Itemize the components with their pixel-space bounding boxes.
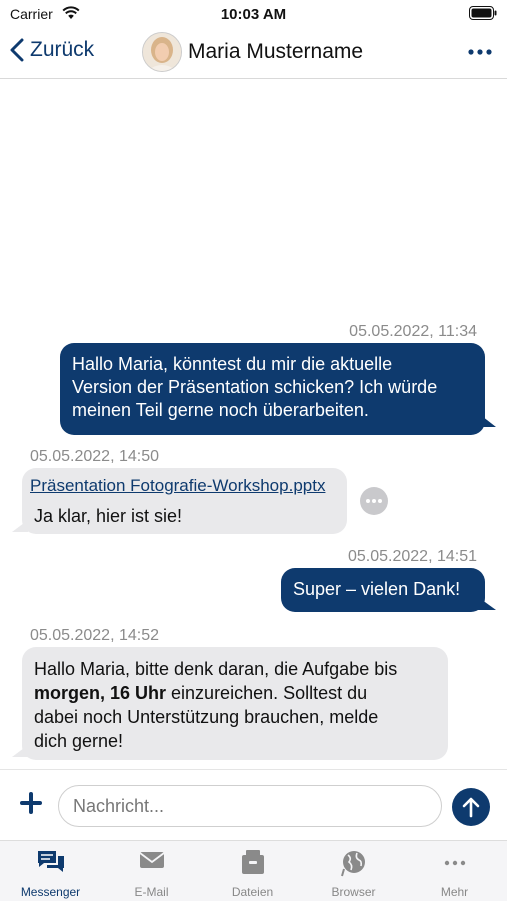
tab-more[interactable]: Mehr [404,841,505,901]
bold-text: morgen, 16 Uhr [34,683,167,703]
add-attachment-button[interactable] [20,792,42,819]
more-options-button[interactable] [467,42,493,62]
message-timestamp: 05.05.2022, 11:34 [349,323,477,340]
tab-label: Messenger [20,885,81,899]
incoming-message[interactable]: Präsentation Fotografie-Workshop.pptx Ja… [22,468,347,534]
bubble-tail [12,520,28,532]
message-line: Version der Präsentation schicken? Ich w… [72,377,438,397]
message-timestamp: 05.05.2022, 14:52 [30,627,160,644]
outgoing-message[interactable]: Hallo Maria, könntest du mir die aktuell… [60,343,485,435]
message-line: morgen, 16 Uhr einzureichen. Solltest du [34,681,436,705]
composer [0,769,507,840]
tab-label: E-Mail [134,885,169,899]
avatar[interactable] [142,32,182,72]
contact-name: Maria Mustername [188,40,364,63]
tab-label: Dateien [231,885,274,899]
plus-icon [20,792,42,814]
message-text: Ja klar, hier ist sie! [34,506,183,526]
message-line: dabei noch Unterstützung brauchen, melde [34,707,379,727]
battery-icon [469,6,497,25]
message-input[interactable] [58,785,442,827]
status-bar: Carrier 10:03 AM [0,0,507,28]
send-button[interactable] [452,788,490,826]
bubble-tail [12,745,28,757]
chevron-left-icon [10,38,24,62]
tab-files[interactable]: Dateien [202,841,303,901]
ellipsis-icon [366,499,382,503]
message-line: dich gerne! [34,731,124,751]
back-label: Zurück [30,38,95,61]
message-list[interactable]: 05.05.2022, 11:34 Hallo Maria, könntest … [0,79,507,769]
tab-bar: Messenger E-Mail Dateien Browser Mehr [0,840,507,901]
message-options-button[interactable] [360,487,388,515]
tab-label: Browser [331,885,376,899]
tab-messenger[interactable]: Messenger [0,841,101,901]
back-button[interactable]: Zurück [10,38,94,62]
arrow-up-icon [462,797,480,818]
envelope-icon [138,849,165,876]
clock: 10:03 AM [220,6,287,23]
message-timestamp: 05.05.2022, 14:50 [30,448,160,465]
outgoing-message[interactable]: Super – vielen Dank! [281,568,485,612]
message-line: meinen Teil gerne noch überarbeiten. [72,400,369,420]
globe-icon [340,849,368,882]
message-timestamp: 05.05.2022, 14:51 [347,548,477,565]
message-line: Hallo Maria, könntest du mir die aktuell… [72,354,393,374]
message-text: einzureichen. Solltest du [166,683,368,703]
tab-email[interactable]: E-Mail [101,841,202,901]
bubble-tail [478,597,496,610]
bubble-tail [478,413,496,427]
ellipsis-icon [468,49,492,55]
files-icon [241,849,265,880]
attachment-link[interactable]: Präsentation Fotografie-Workshop.pptx [30,474,339,497]
tab-label: Mehr [440,885,469,899]
tab-browser[interactable]: Browser [303,841,404,901]
nav-bar: Zurück Maria Mustername [0,28,507,79]
messenger-icon [36,849,66,880]
more-dots-icon [443,849,467,878]
message-line: Hallo Maria, bitte denk daran, die Aufga… [34,659,398,679]
incoming-message[interactable]: Hallo Maria, bitte denk daran, die Aufga… [22,647,448,760]
message-text: Super – vielen Dank! [293,579,461,599]
